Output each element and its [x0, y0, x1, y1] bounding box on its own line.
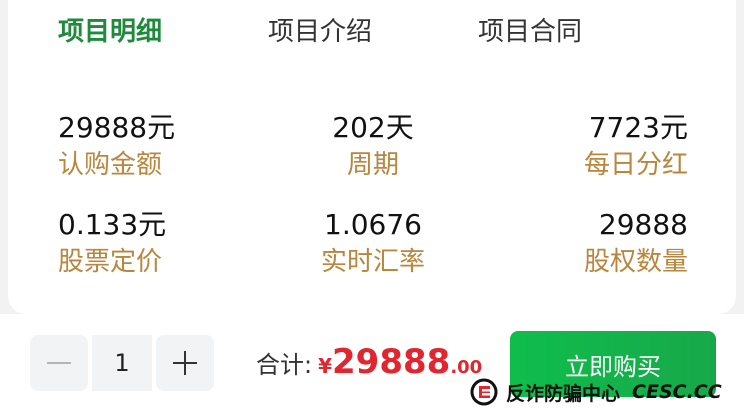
cesc-logo-icon — [470, 378, 498, 406]
stat-share-price: 0.133元 股票定价 — [58, 207, 166, 279]
total-price: 合计: ¥ 29888 .00 — [256, 342, 482, 392]
minus-icon — [47, 362, 71, 364]
stat-label: 股权数量 — [583, 247, 688, 277]
increment-button[interactable] — [156, 335, 214, 391]
tab-bar: 项目明细 项目介绍 项目合同 — [8, 12, 736, 52]
decrement-button[interactable] — [30, 335, 88, 391]
watermark-text: 反诈防骗中心 — [506, 382, 621, 405]
stat-equity-quantity: 29888 股权数量 — [584, 207, 688, 279]
stat-subscription: 29888元 认购金额 — [58, 110, 175, 182]
plus-icon — [173, 351, 197, 375]
stat-label: 实时汇率 — [320, 247, 425, 277]
stat-value: 29888 — [598, 208, 688, 241]
stat-label: 每日分红 — [583, 150, 688, 180]
stat-value: 7723元 — [588, 111, 688, 144]
currency-symbol: ¥ — [318, 354, 333, 378]
stat-exchange-rate: 1.0676 实时汇率 — [258, 207, 488, 279]
tab-project-contract[interactable]: 项目合同 — [478, 12, 582, 52]
total-amount: 29888 — [332, 342, 451, 382]
stat-label: 周期 — [346, 150, 399, 180]
quantity-stepper: 1 — [30, 335, 214, 391]
stat-label: 股票定价 — [58, 247, 163, 277]
watermark-domain: CESC.CC — [632, 381, 722, 403]
stat-label: 认购金额 — [58, 150, 163, 180]
stat-value: 202天 — [332, 111, 414, 144]
stat-value: 0.133元 — [58, 208, 167, 241]
tab-project-intro[interactable]: 项目介绍 — [268, 12, 372, 52]
stat-value: 1.0676 — [324, 208, 422, 241]
stat-daily-dividend: 7723元 每日分红 — [584, 110, 688, 182]
watermark: 反诈防骗中心 CESC.CC — [470, 376, 722, 408]
quantity-input[interactable]: 1 — [92, 335, 152, 391]
total-decimal: .00 — [450, 357, 483, 378]
stat-period: 202天 周期 — [258, 110, 488, 182]
total-label: 合计: — [256, 351, 313, 379]
tab-project-details[interactable]: 项目明细 — [58, 12, 162, 52]
stat-value: 29888元 — [58, 111, 176, 144]
project-card: 项目明细 项目介绍 项目合同 29888元 认购金额 202天 周期 7723元… — [8, 0, 736, 314]
